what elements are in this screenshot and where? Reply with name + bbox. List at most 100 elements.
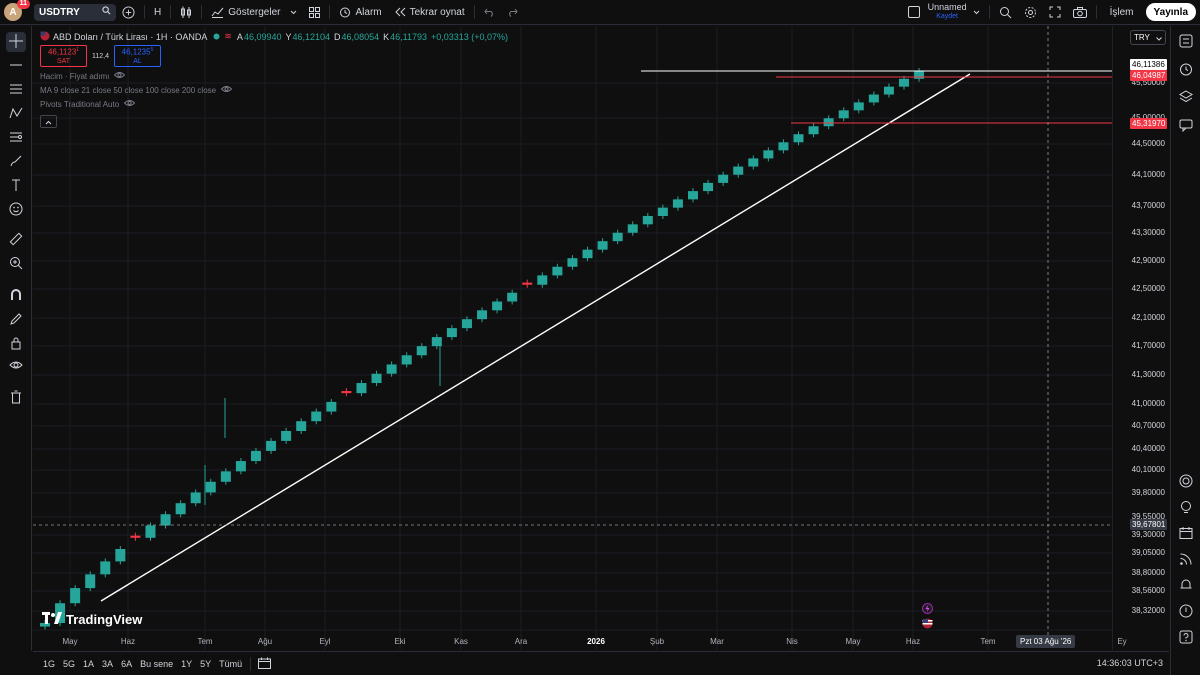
publish-button[interactable]: Yayınla [1145,3,1196,21]
range-button[interactable]: 5Y [196,659,215,669]
indicator-ma[interactable]: MA 9 close 21 close 50 close 100 close 2… [40,83,512,97]
candle [431,337,442,347]
tv-logo-text: TradingView [66,612,143,627]
clock-timezone[interactable]: 14:36:03 UTC+3 [1097,658,1163,668]
replay-button[interactable]: Tekrar oynat [388,0,471,25]
pattern-tool[interactable] [6,104,26,124]
collapse-legend-button[interactable] [40,115,57,128]
fib-tool[interactable] [6,80,26,100]
indicator-label: Hacim · Fiyat adımı [40,71,110,81]
candle [733,166,744,175]
tradingview-logo[interactable]: TradingView [42,612,142,627]
event-flash-icon[interactable] [922,603,933,617]
eye-icon [9,358,23,375]
undo-button[interactable] [478,0,501,25]
chart-type-button[interactable] [174,0,198,25]
candle [477,310,488,320]
goto-date-button[interactable] [254,657,275,671]
eye-icon[interactable] [220,85,233,95]
indicator-pivots[interactable]: Pivots Traditional Auto [40,97,512,111]
ideas-button[interactable] [1176,498,1196,518]
candle [386,364,397,374]
emoji-tool[interactable] [6,200,26,220]
price-axis[interactable]: TRY 45,5000045,0000044,5000044,1000043,7… [1112,26,1169,650]
notifications-button[interactable] [1176,602,1196,622]
range-button[interactable]: 3A [98,659,117,669]
eye-icon[interactable] [123,99,136,109]
pine-editor-button[interactable] [1176,576,1196,596]
settings-button[interactable] [1018,0,1043,25]
legend-title[interactable]: ABD Doları / Türk Lirası · 1H · OANDA [53,32,207,42]
interval-label: H [154,6,162,18]
buy-button[interactable]: 46,12355 AL [114,45,161,67]
lock-drawings-tool[interactable] [6,334,26,354]
sell-button[interactable]: 46,11231 SAT [40,45,87,67]
grid-icon [309,6,321,18]
economic-event-flag-icon[interactable] [922,618,933,632]
notification-badge: 11 [16,0,30,9]
toolbar-divider [473,5,475,19]
candle [296,421,307,431]
layouts-button[interactable] [303,0,326,25]
sell-price-sup: 1 [76,47,80,54]
range-button[interactable]: 1G [39,659,59,669]
trade-button[interactable]: İşlem [1104,0,1140,25]
zoom-tool[interactable] [6,254,26,274]
price-tick-label: 40,10000 [1131,465,1165,474]
indicator-volume[interactable]: Hacim · Fiyat adımı [40,69,512,83]
symbol-search[interactable]: USDTRY [34,3,116,21]
currency-select[interactable]: TRY [1130,30,1166,45]
compare-symbol-button[interactable] [116,0,141,25]
candle [115,549,126,562]
candle [401,355,412,365]
alarm-clock-icon [339,6,351,18]
fullscreen-button[interactable] [1043,0,1067,25]
quick-search-button[interactable] [993,0,1018,25]
redo-button[interactable] [501,0,524,25]
remove-drawings-tool[interactable] [6,388,26,408]
help-button[interactable] [1176,628,1196,648]
time-tick-label: 2026 [587,637,605,646]
hide-drawings-tool[interactable] [6,356,26,376]
watchlist-button[interactable] [1176,32,1196,52]
interval-button[interactable]: H [148,0,167,25]
range-button[interactable]: 1A [79,659,98,669]
target-button[interactable] [1176,472,1196,492]
layout-name-button[interactable]: Unnamed Kaydet [928,2,967,22]
range-button[interactable]: Bu sene [136,659,177,669]
chats-button[interactable] [1176,116,1196,136]
eye-icon[interactable] [114,71,126,81]
range-button[interactable]: 1Y [177,659,196,669]
text-tool[interactable] [6,176,26,196]
projection-tool[interactable] [6,128,26,148]
range-button[interactable]: 5G [59,659,79,669]
object-tree-button[interactable] [1176,88,1196,108]
alert-button[interactable]: Alarm [333,0,387,25]
fullscreen-icon [1049,6,1061,18]
brush-tool[interactable] [6,152,26,172]
layout-menu-button[interactable] [967,0,986,25]
news-button[interactable] [1176,550,1196,570]
calendar-button[interactable] [1176,524,1196,544]
trendline-tool[interactable] [6,56,26,76]
user-avatar[interactable]: A 11 [4,0,30,21]
candle [326,401,337,412]
measure-tool[interactable] [6,230,26,250]
time-tick-label: Tem [197,637,213,646]
stay-drawing-tool[interactable] [6,310,26,330]
candle [250,450,261,462]
price-tick-label: 39,05000 [1131,548,1165,557]
candle [371,373,382,384]
alerts-panel-button[interactable] [1176,60,1196,80]
magnet-tool[interactable] [6,286,26,306]
range-button[interactable]: 6A [117,659,136,669]
crosshair-tool[interactable] [6,32,26,52]
indicators-button[interactable]: Göstergeler [205,0,303,25]
text-icon [9,178,23,195]
crosshair-icon [9,33,23,51]
snapshot-button[interactable] [1067,0,1093,25]
layout-select-checkbox[interactable] [902,0,926,25]
chevron-up-icon [45,116,52,128]
indicator-label: Pivots Traditional Auto [40,99,120,109]
range-button[interactable]: Tümü [215,659,246,669]
